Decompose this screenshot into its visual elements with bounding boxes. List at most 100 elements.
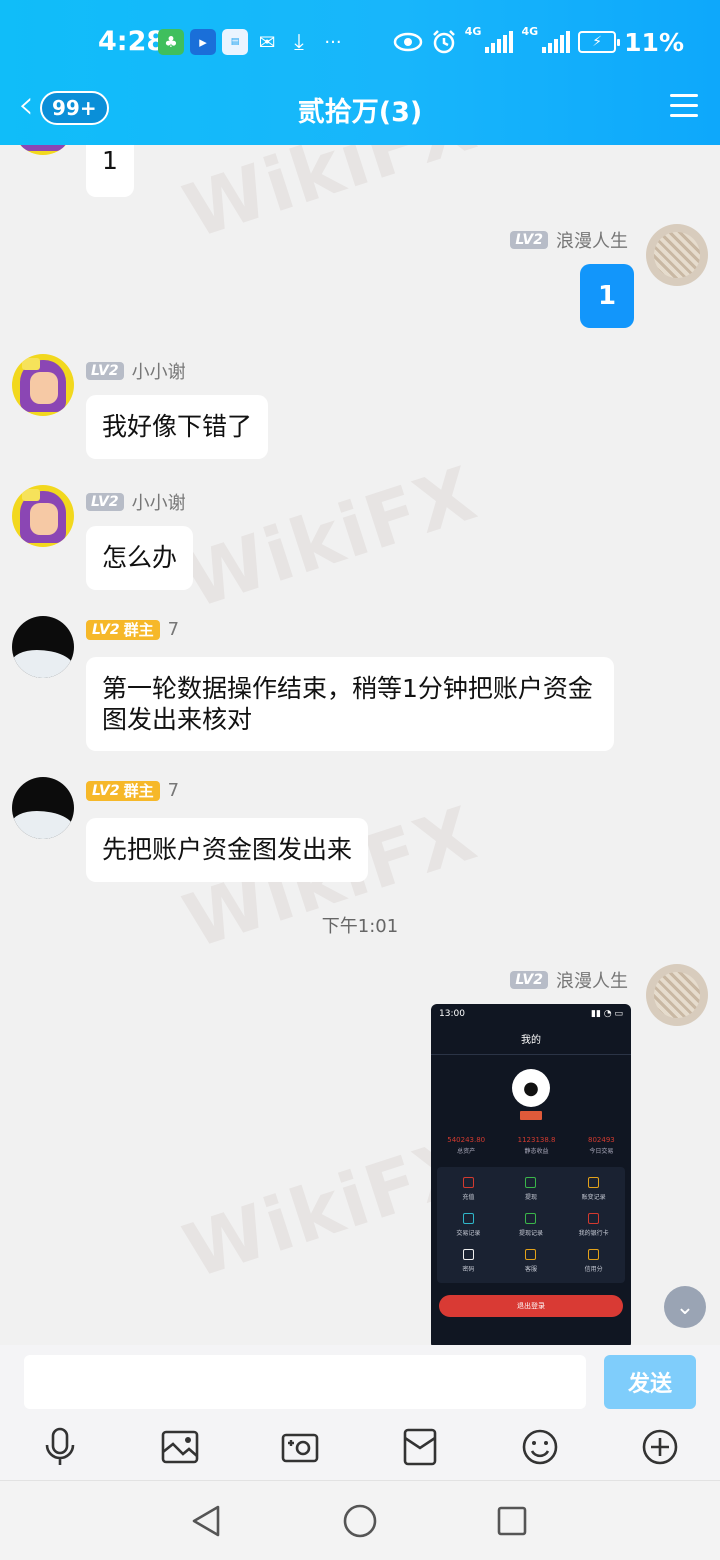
stat-item: 540243.80 总资产 <box>447 1136 486 1155</box>
menu-item-label: 交易记录 <box>456 1230 481 1237</box>
menu-item-label: 提现记录 <box>518 1230 543 1237</box>
sender-name: 7 <box>167 619 180 640</box>
menu-item-label: 客服 <box>524 1266 537 1273</box>
menu-item-icon <box>462 1177 474 1188</box>
avatar[interactable] <box>12 777 74 839</box>
nav-home-icon[interactable] <box>340 1501 380 1541</box>
battery-percent: 11% <box>624 27 684 57</box>
more-notifications-icon: ··· <box>324 31 342 53</box>
notification-icons: ♣ ▸ ▤ ✉ ⤓ ··· <box>158 28 348 56</box>
chevron-down-icon: ⌄ <box>675 1294 695 1320</box>
network-label: 4G <box>464 25 482 38</box>
message-input[interactable] <box>24 1355 586 1409</box>
screenshot-menu-item: 密码 <box>437 1249 500 1273</box>
eye-icon <box>393 32 423 52</box>
image-icon[interactable] <box>158 1425 202 1469</box>
microphone-icon[interactable] <box>38 1425 82 1469</box>
level-badge: LV2 <box>510 971 548 989</box>
status-indicators: 4G 4G ⚡ 11% <box>393 26 684 58</box>
message-bubble: 1 <box>86 145 134 197</box>
sender-line: LV2 小小谢 <box>86 489 186 515</box>
menu-item-label: 提现 <box>524 1194 537 1201</box>
avatar[interactable] <box>12 145 74 155</box>
emoji-icon[interactable] <box>518 1425 562 1469</box>
title-bar: ‹ 99+ 贰拾万(3) <box>0 82 720 134</box>
screenshot-menu-item: 交易记录 <box>437 1213 500 1237</box>
screenshot-menu-item: 我的银行卡 <box>562 1213 625 1237</box>
menu-icon[interactable] <box>670 94 698 118</box>
screenshot-time: 13:00 <box>439 1009 465 1019</box>
red-packet-icon[interactable] <box>398 1425 442 1469</box>
app-notification-icon: ▸ <box>190 29 216 55</box>
message-list[interactable]: WikiFX WikiFX WikiFX WikiFX 1 LV2 浪漫人生 1… <box>0 145 720 1345</box>
avatar[interactable] <box>12 485 74 547</box>
avatar[interactable] <box>646 224 708 286</box>
input-toolbar <box>0 1425 720 1475</box>
screenshot-stats: 540243.80 总资产 1123138.8 静态收益 802493 今日交易 <box>431 1136 631 1155</box>
stat-item: 1123138.8 静态收益 <box>517 1136 556 1155</box>
download-icon: ⤓ <box>294 29 304 55</box>
stat-item: 802493 今日交易 <box>588 1136 615 1155</box>
sender-line: LV2 群主 7 <box>86 619 179 640</box>
status-time: 4:28 <box>98 26 166 57</box>
send-button[interactable]: 发送 <box>604 1355 696 1409</box>
screenshot-menu-item: 客服 <box>500 1249 563 1273</box>
user-icon: ● <box>512 1069 550 1107</box>
watermark: WikiFX <box>174 145 488 256</box>
screenshot-menu-item: 信用分 <box>562 1249 625 1273</box>
message-bubble: 怎么办 <box>86 526 194 590</box>
network-label: 4G <box>521 25 539 38</box>
scroll-down-button[interactable]: ⌄ <box>664 1286 706 1328</box>
avatar[interactable] <box>12 616 74 678</box>
screenshot-menu-item: 充值 <box>437 1177 500 1201</box>
chat-title: 贰拾万(3) <box>297 97 423 128</box>
sender-line: LV2 群主 7 <box>86 780 179 801</box>
menu-item-icon <box>525 1213 537 1224</box>
menu-item-label: 密码 <box>462 1266 475 1273</box>
battery-charging-icon: ⚡ <box>578 31 621 53</box>
avatar[interactable] <box>646 964 708 1026</box>
menu-item-icon <box>588 1213 600 1224</box>
image-message[interactable]: 13:00 ▮▮ ◔ ▭ 我的 ● 540243.80 总资产 1123138.… <box>431 1004 631 1345</box>
menu-item-icon <box>525 1249 537 1260</box>
menu-item-label: 信用分 <box>584 1266 603 1273</box>
level-badge: LV2 <box>510 231 548 249</box>
level-badge: LV2 <box>86 493 124 511</box>
alarm-icon <box>432 30 455 54</box>
signal-icon <box>542 31 571 53</box>
plus-icon[interactable] <box>638 1425 682 1469</box>
time-separator: 下午1:01 <box>321 916 399 937</box>
screenshot-status-icons: ▮▮ ◔ ▭ <box>591 1009 623 1019</box>
message-bubble: 我好像下错了 <box>86 395 269 459</box>
menu-item-icon <box>462 1213 474 1224</box>
screenshot-user-tag <box>520 1111 542 1120</box>
sender-line: LV2 浪漫人生 <box>510 967 628 993</box>
nav-recents-icon[interactable] <box>492 1501 532 1541</box>
menu-item-label: 账变记录 <box>581 1194 606 1201</box>
screenshot-menu-item: 提现 <box>500 1177 563 1201</box>
message-bubble: 先把账户资金图发出来 <box>86 818 369 882</box>
menu-item-icon <box>525 1177 537 1188</box>
group-owner-badge: LV2 群主 <box>86 780 160 801</box>
sender-name: 7 <box>167 780 180 801</box>
screenshot-menu-item: 提现记录 <box>500 1213 563 1237</box>
screenshot-logout-button: 退出登录 <box>439 1295 623 1317</box>
screenshot-menu-item: 账变记录 <box>562 1177 625 1201</box>
chat-header: 4:28 ♣ ▸ ▤ ✉ ⤓ ··· 4G 4G ⚡ 11% ‹ 99+ 贰拾万… <box>0 0 720 145</box>
screenshot-title: 我的 <box>431 1026 631 1055</box>
sender-line: LV2 小小谢 <box>86 358 186 384</box>
screenshot-status-bar: 13:00 ▮▮ ◔ ▭ <box>431 1004 631 1026</box>
app-notification-icon: ♣ <box>158 29 184 55</box>
menu-item-icon <box>588 1177 600 1188</box>
system-navigation-bar <box>0 1480 720 1560</box>
message-bubble: 第一轮数据操作结束，稍等1分钟把账户资金图发出来核对 <box>86 657 614 751</box>
sender-name: 小小谢 <box>131 362 186 383</box>
camera-icon[interactable] <box>278 1425 322 1469</box>
menu-item-icon <box>588 1249 600 1260</box>
menu-item-label: 充值 <box>462 1194 475 1201</box>
sender-name: 浪漫人生 <box>556 231 628 252</box>
sender-name: 浪漫人生 <box>556 971 628 992</box>
nav-back-icon[interactable] <box>186 1501 226 1541</box>
avatar[interactable] <box>12 354 74 416</box>
status-bar: 4:28 ♣ ▸ ▤ ✉ ⤓ ··· 4G 4G ⚡ 11% <box>0 0 720 84</box>
